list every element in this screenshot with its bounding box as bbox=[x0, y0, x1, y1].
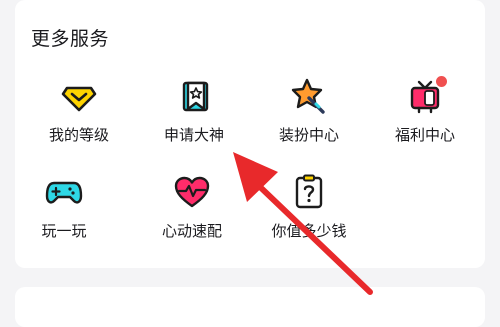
service-label: 你值多少钱 bbox=[271, 222, 347, 240]
service-apply-master[interactable]: 申请大神 bbox=[139, 76, 249, 146]
service-play[interactable]: 玩一玩 bbox=[9, 172, 119, 242]
service-welfare-center[interactable]: 福利中心 bbox=[370, 75, 480, 146]
question-clipboard-icon bbox=[289, 172, 329, 212]
service-label: 我的等级 bbox=[48, 126, 109, 144]
gamepad-icon bbox=[44, 172, 84, 212]
service-my-level[interactable]: 我的等级 bbox=[24, 76, 134, 146]
service-label: 申请大神 bbox=[163, 126, 224, 144]
section-title: 更多服务 bbox=[31, 28, 110, 50]
service-label: 福利中心 bbox=[394, 126, 455, 144]
service-label: 玩一玩 bbox=[41, 222, 87, 240]
notification-badge bbox=[435, 75, 448, 88]
bookmark-star-icon bbox=[174, 76, 214, 116]
service-dress-center[interactable]: 装扮中心 bbox=[254, 76, 364, 146]
service-label: 心动速配 bbox=[161, 222, 222, 240]
service-your-worth[interactable]: 你值多少钱 bbox=[254, 172, 364, 242]
diamond-level-icon bbox=[59, 76, 99, 116]
service-label: 装扮中心 bbox=[278, 126, 339, 144]
next-section-card bbox=[15, 287, 485, 327]
star-wand-icon bbox=[289, 76, 329, 116]
gift-tv-icon bbox=[405, 75, 448, 116]
service-heart-match[interactable]: 心动速配 bbox=[137, 172, 247, 242]
heartbeat-icon bbox=[172, 172, 212, 212]
